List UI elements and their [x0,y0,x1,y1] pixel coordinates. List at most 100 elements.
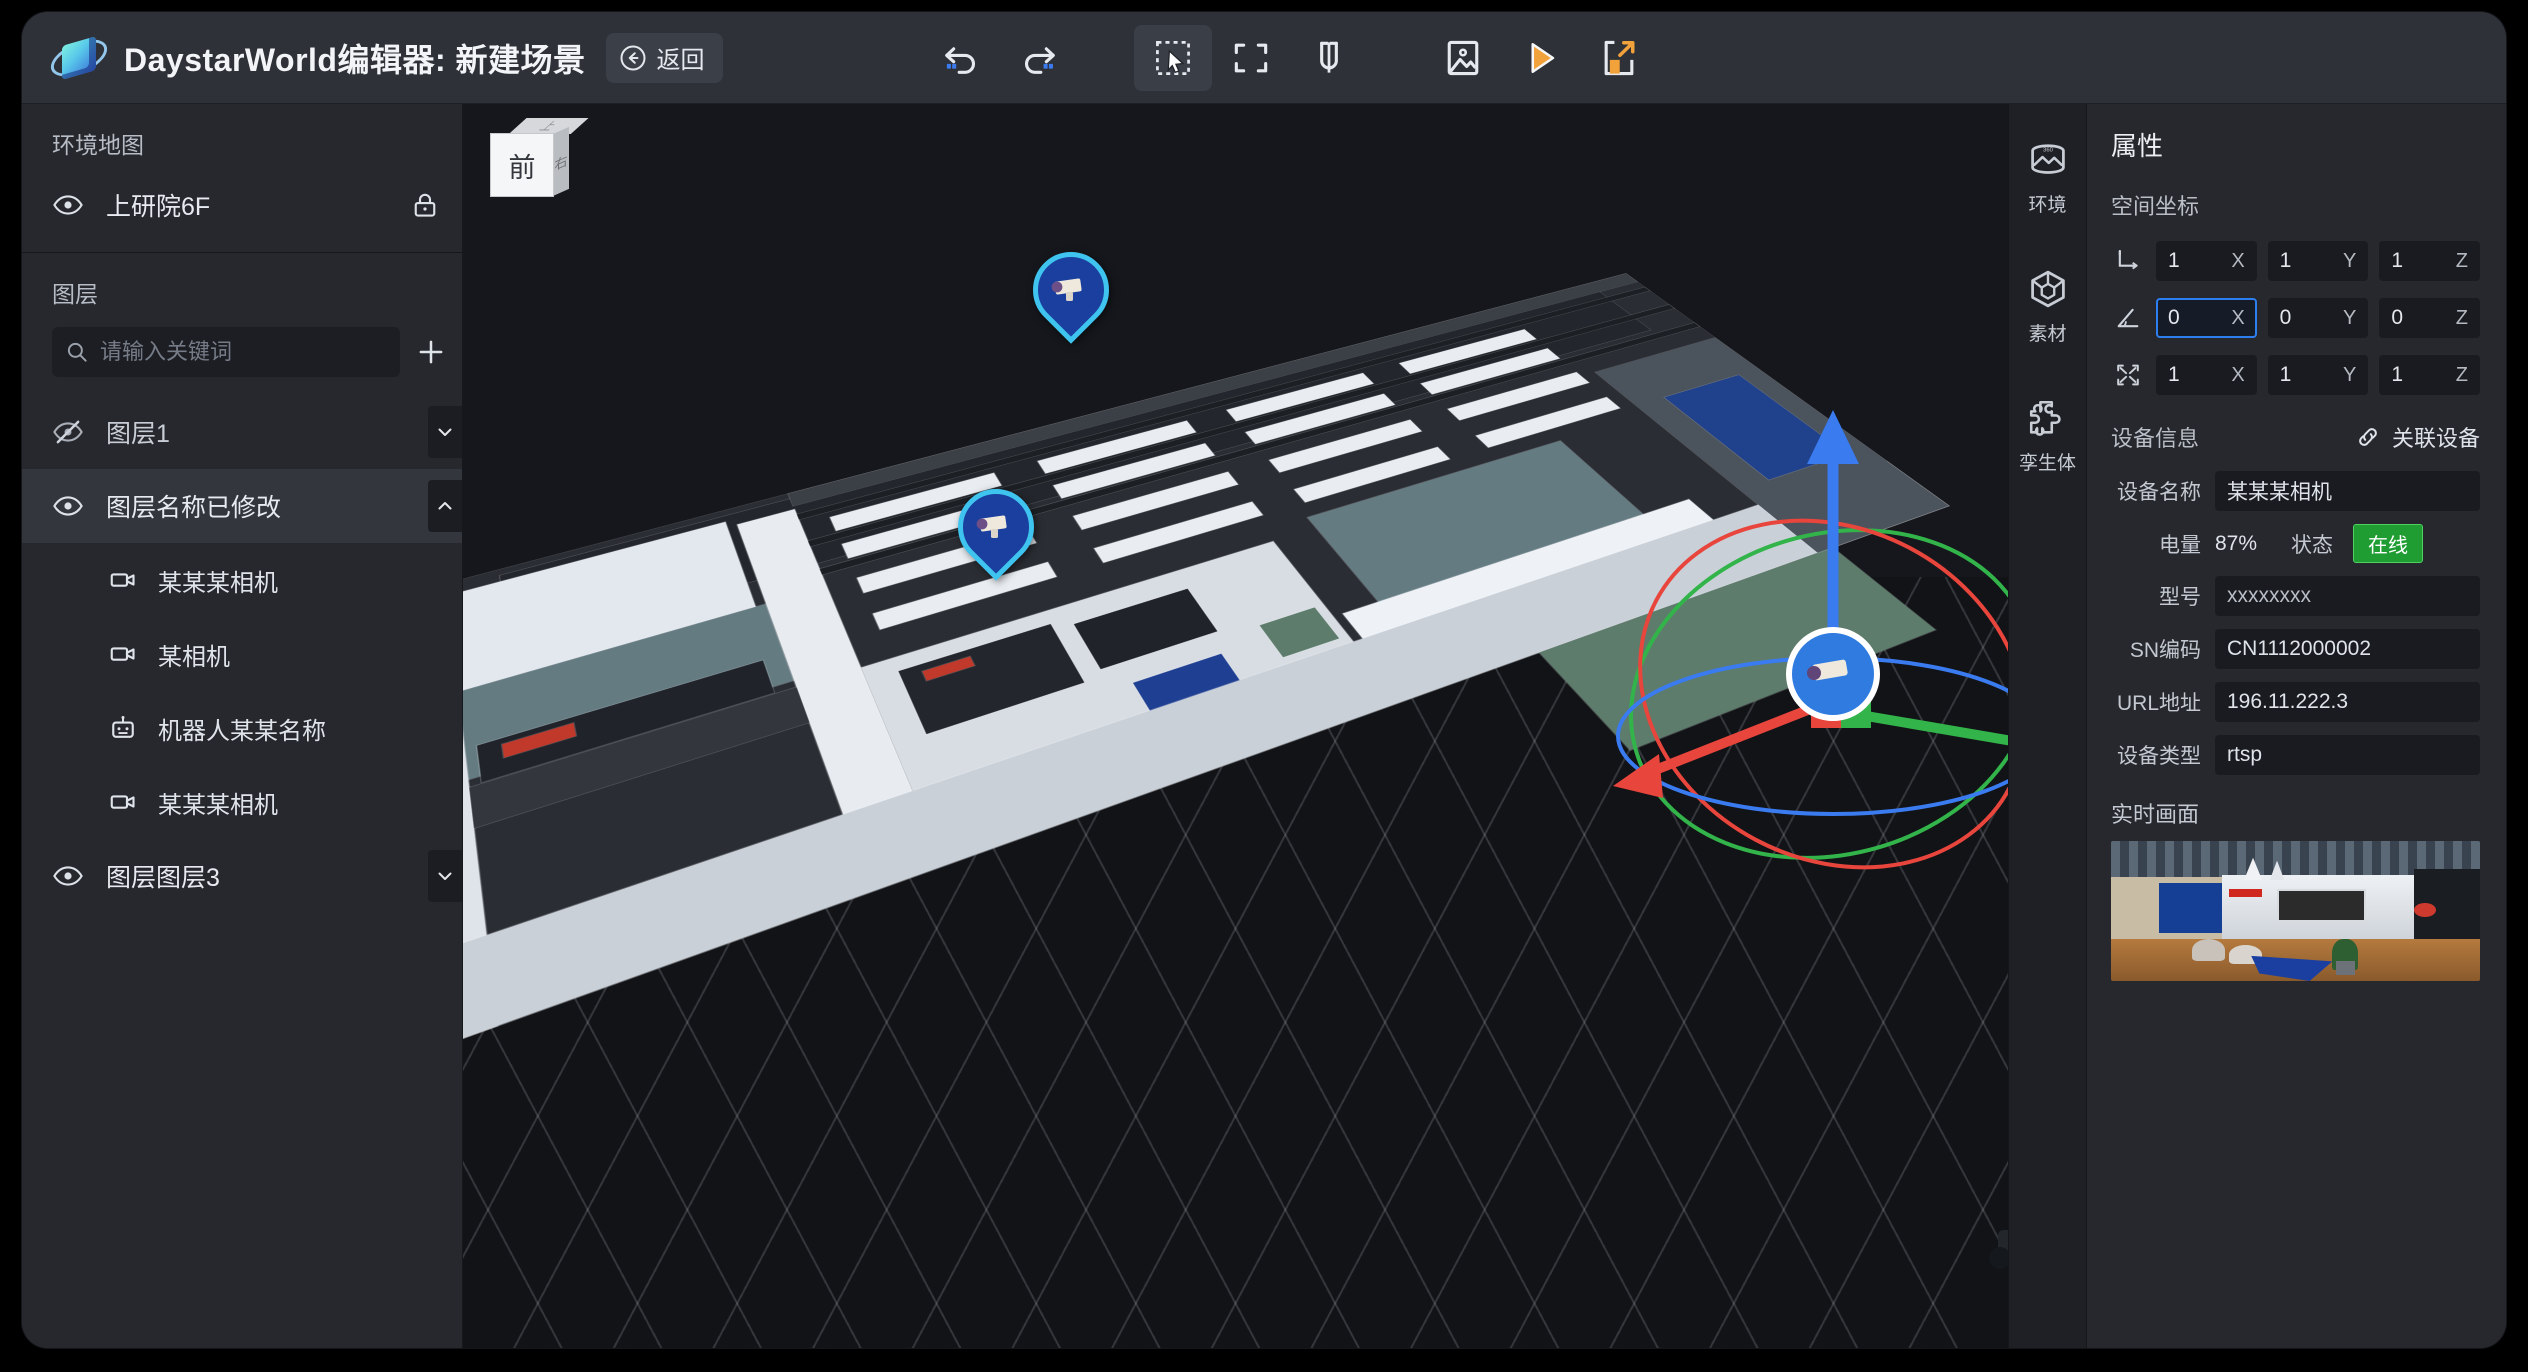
rotation-y-axis: Y [2343,306,2357,329]
lock-icon[interactable] [410,190,440,220]
rotation-angle-icon [2111,304,2145,332]
position-axis-icon [2111,247,2145,275]
scale-z-axis: Z [2455,363,2469,386]
eye-icon[interactable] [52,189,84,221]
layer-expand-toggle[interactable] [428,850,462,902]
undo-icon [945,47,975,74]
device-type-input[interactable]: rtsp [2215,735,2480,775]
device-info-title: 设备信息 [2111,426,2200,451]
camera-marker-1[interactable] [1017,236,1125,346]
device-name-input[interactable]: 某某某相机 [2215,471,2480,511]
view-cube[interactable]: 上 右 前 [491,118,589,198]
layers-section-title: 图层 [52,281,98,307]
position-x-field[interactable]: 1 X [2156,241,2257,281]
scale-y-field[interactable]: 1 Y [2267,355,2369,395]
viewport-3d[interactable]: 上 右 前 [463,104,2008,1348]
camera-marker-2[interactable] [942,473,1050,583]
play-button[interactable] [1502,25,1580,91]
svg-text:360: 360 [2043,148,2054,154]
export-button[interactable] [1580,25,1658,91]
cctv-camera-icon [1051,278,1082,301]
url-label: URL地址 [2116,692,2201,715]
sn-label: SN编码 [2129,639,2201,662]
envmap-item[interactable]: 上研院6F [22,174,462,236]
scale-x-value: 1 [2168,363,2180,386]
undo-button[interactable] [922,25,1000,91]
model-input[interactable]: xxxxxxxx [2215,576,2480,616]
position-z-value: 1 [2391,249,2404,272]
scale-x-field[interactable]: 1 X [2156,355,2257,395]
sn-input[interactable]: CN1112000002 [2215,629,2480,669]
rotation-x-axis: X [2231,306,2245,329]
position-z-field[interactable]: 1 Z [2379,241,2481,281]
rail-item-assets[interactable]: 素材 [2026,267,2070,346]
scale-y-value: 1 [2279,363,2292,386]
device-type-label: 设备类型 [2117,745,2201,768]
rail-item-environment[interactable]: 360 环境 [2026,138,2070,217]
envmap-section-title: 环境地图 [52,132,144,158]
properties-panel: 属性 空间坐标 1 X 1 Y 1 Z 0 X 0 Y 0 Z 1 X 1 Y … [2086,104,2506,1348]
layer-row[interactable]: 图层名称已修改 [22,469,462,543]
list-item[interactable]: 机器人某某名称 [22,691,462,765]
layer-expand-toggle[interactable] [428,406,462,458]
rotation-x-value: 0 [2168,306,2180,329]
list-item[interactable]: 某某某相机 [22,543,462,617]
frame-focus-button[interactable] [1212,25,1290,91]
layer-row[interactable]: 图层图层3 [22,839,462,913]
toolbar [922,12,1658,104]
layer-row-label: 图层1 [106,420,170,448]
link-device-button[interactable]: 关联设备 [2354,421,2480,453]
live-preview-image[interactable] [2111,841,2480,981]
list-item[interactable]: 某相机 [22,617,462,691]
rotation-z-field[interactable]: 0 Z [2379,298,2481,338]
magnet-snap-button[interactable] [1290,25,1368,91]
layer-row-label: 图层图层3 [106,864,220,892]
model-row: 型号 xxxxxxxx [2111,576,2480,616]
transform-gizmo[interactable] [1463,364,2008,1004]
chevron-up-icon [438,502,452,510]
arrow-left-circle-icon [620,45,646,70]
link-device-label: 关联设备 [2391,426,2480,451]
list-item-label: 机器人某某名称 [158,717,326,745]
eye-off-icon[interactable] [52,416,84,448]
robot-model[interactable] [1968,1094,2008,1284]
eye-icon[interactable] [52,490,84,522]
redo-button[interactable] [1000,25,1078,91]
device-name-label: 设备名称 [2117,481,2201,504]
position-y-value: 1 [2279,249,2292,272]
battery-label: 电量 [2159,533,2201,557]
daystar-logo-icon [45,31,113,85]
list-item-label: 某相机 [158,643,230,671]
rail-item-twin[interactable]: 孪生体 [2019,396,2076,475]
redo-icon [1025,47,1055,74]
cube-asset-icon [2030,270,2065,308]
layer-row[interactable]: 图层1 [22,395,462,469]
view-cube-right[interactable]: 右 [553,126,569,196]
select-tool-button[interactable] [1134,25,1212,91]
chevron-down-icon [438,872,452,880]
search-box[interactable] [52,327,400,377]
list-item[interactable]: 某某某相机 [22,765,462,839]
gizmo-axis-x [1643,699,1825,779]
select-cursor-icon [1156,41,1190,75]
position-y-field[interactable]: 1 Y [2267,241,2369,281]
rotation-x-field[interactable]: 0 X [2156,298,2257,338]
add-layer-button[interactable] [414,335,448,369]
url-input[interactable]: 196.11.222.3 [2215,682,2480,722]
rotation-y-field[interactable]: 0 Y [2267,298,2369,338]
eye-icon[interactable] [52,860,84,892]
device-name-row: 设备名称 某某某相机 [2111,471,2480,511]
rail-item-label: 素材 [2028,324,2067,345]
layer-row-label: 图层名称已修改 [106,494,282,522]
search-input[interactable] [100,339,388,365]
back-button[interactable]: 返回 [605,32,723,83]
scale-z-field[interactable]: 1 Z [2379,355,2481,395]
image-button[interactable] [1424,25,1502,91]
camera-icon [110,573,135,587]
url-row: URL地址 196.11.222.3 [2111,682,2480,722]
battery-value: 87% [2215,531,2258,555]
gizmo-arrow-z [1807,410,1859,464]
envmap-item-label: 上研院6F [106,193,211,221]
layer-collapse-toggle[interactable] [428,480,462,532]
view-cube-front[interactable]: 前 [491,134,553,196]
